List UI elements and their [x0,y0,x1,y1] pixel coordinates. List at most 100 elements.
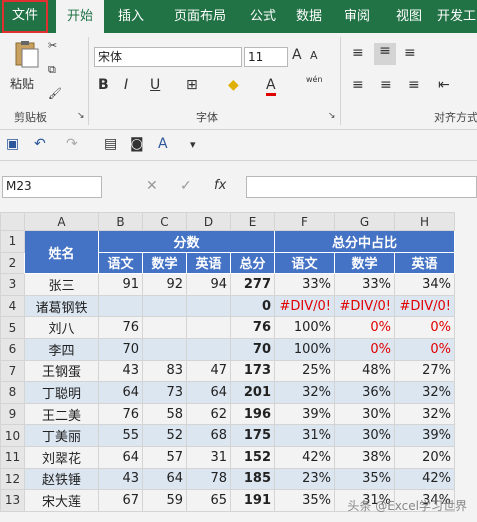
ratio-cell[interactable]: 34% [394,273,455,296]
ratio-cell[interactable]: #DIV/0! [274,294,335,318]
score-cell[interactable]: 83 [142,359,187,383]
cancel-icon[interactable]: ✕ [146,178,158,194]
ratio-cell[interactable]: 33% [334,273,395,296]
column-header[interactable]: A [24,212,99,231]
row-header[interactable]: 3 [0,273,25,296]
font-size-select[interactable]: 11 [244,47,288,67]
row-header[interactable]: 7 [0,359,25,383]
score-cell[interactable] [186,337,231,361]
ratio-cell[interactable]: 42% [274,445,335,469]
score-cell[interactable]: 76 [98,402,143,426]
ratio-cell[interactable]: 33% [274,273,335,296]
ratio-cell[interactable]: 38% [334,445,395,469]
underline-icon[interactable]: U [150,77,160,93]
name-cell[interactable]: 王钢蛋 [24,359,99,383]
spell-check-icon[interactable]: A [158,136,168,152]
ratio-cell[interactable]: 25% [274,359,335,383]
tab-home[interactable]: 开始 [56,0,104,33]
tab-developer[interactable]: 开发工 [436,0,477,33]
ratio-cell[interactable]: 42% [394,467,455,491]
subject-header[interactable]: 英语 [186,251,231,275]
name-cell[interactable]: 刘翠花 [24,445,99,469]
subject-header[interactable]: 数学 [142,251,187,275]
font-launcher-icon[interactable]: ↘ [328,111,336,121]
row-header[interactable]: 5 [0,316,25,339]
subject-header[interactable]: 语文 [98,251,143,275]
row-header[interactable]: 12 [0,467,25,491]
ratio-cell[interactable]: 32% [274,381,335,404]
decrease-font-icon[interactable]: A [310,49,318,62]
score-cell[interactable]: 68 [186,424,231,447]
score-cell[interactable] [142,294,187,318]
column-header[interactable]: D [186,212,231,231]
tab-file[interactable]: 文件 [2,0,48,33]
ratio-cell[interactable]: 39% [394,424,455,447]
name-header[interactable]: 姓名 [24,229,99,275]
save-icon[interactable]: ▣ [6,136,19,152]
tab-view[interactable]: 视图 [386,0,432,33]
total-cell[interactable]: 175 [230,424,275,447]
ratio-cell[interactable]: 35% [274,489,335,512]
align-left-icon[interactable]: ≡ [352,77,364,93]
align-center-icon[interactable]: ≡ [380,77,392,93]
row-header[interactable]: 11 [0,445,25,469]
name-cell[interactable]: 宋大莲 [24,489,99,512]
column-header[interactable]: C [142,212,187,231]
camera-icon[interactable]: ◙ [130,136,144,152]
tab-insert[interactable]: 插入 [108,0,154,33]
row-header[interactable]: 6 [0,337,25,361]
column-header[interactable]: G [334,212,395,231]
ratio-cell[interactable]: 32% [394,381,455,404]
align-right-icon[interactable]: ≡ [408,77,420,93]
bold-icon[interactable]: B [98,77,109,93]
name-cell[interactable]: 丁聪明 [24,381,99,404]
score-cell[interactable]: 62 [186,402,231,426]
score-cell[interactable]: 64 [142,467,187,491]
score-cell[interactable]: 31 [186,445,231,469]
total-cell[interactable]: 152 [230,445,275,469]
score-cell[interactable]: 52 [142,424,187,447]
total-cell[interactable]: 191 [230,489,275,512]
enter-icon[interactable]: ✓ [180,178,192,194]
total-cell[interactable]: 277 [230,273,275,296]
score-cell[interactable] [98,294,143,318]
tab-page-layout[interactable]: 页面布局 [160,0,240,33]
ratio-cell[interactable]: 30% [334,424,395,447]
row-header[interactable]: 9 [0,402,25,426]
score-cell[interactable] [186,316,231,339]
ratio-cell[interactable]: 48% [334,359,395,383]
column-header[interactable]: B [98,212,143,231]
name-cell[interactable]: 赵铁锤 [24,467,99,491]
score-cell[interactable]: 73 [142,381,187,404]
ratio-cell[interactable]: 100% [274,316,335,339]
score-cell[interactable]: 43 [98,467,143,491]
ratio-cell[interactable]: 100% [274,337,335,361]
total-cell[interactable]: 76 [230,316,275,339]
ratio-cell[interactable]: 36% [334,381,395,404]
indent-icon[interactable]: ⇤ [438,77,450,93]
redo-icon[interactable]: ↷ [66,136,78,152]
name-cell[interactable]: 王二美 [24,402,99,426]
ratio-cell[interactable]: 30% [334,402,395,426]
score-cell[interactable] [186,294,231,318]
column-header[interactable]: E [230,212,275,231]
score-cell[interactable]: 70 [98,337,143,361]
ratio-cell[interactable]: 39% [274,402,335,426]
score-cell[interactable]: 59 [142,489,187,512]
row-header[interactable]: 10 [0,424,25,447]
ratio-cell[interactable]: 0% [334,337,395,361]
row-header[interactable]: 13 [0,489,25,512]
copy-icon[interactable]: ⧉ [48,63,56,77]
formula-input[interactable] [246,176,477,198]
row-header[interactable]: 2 [0,251,25,275]
score-cell[interactable]: 78 [186,467,231,491]
ratio-cell[interactable]: 35% [334,467,395,491]
insert-function-icon[interactable]: fx [214,178,226,193]
score-cell[interactable]: 91 [98,273,143,296]
tab-review[interactable]: 审阅 [334,0,380,33]
border-icon[interactable]: ⊞ [186,77,198,93]
ratio-cell[interactable]: 27% [394,359,455,383]
row-header[interactable]: 1 [0,230,25,253]
total-cell[interactable]: 0 [230,294,275,318]
score-cell[interactable]: 47 [186,359,231,383]
